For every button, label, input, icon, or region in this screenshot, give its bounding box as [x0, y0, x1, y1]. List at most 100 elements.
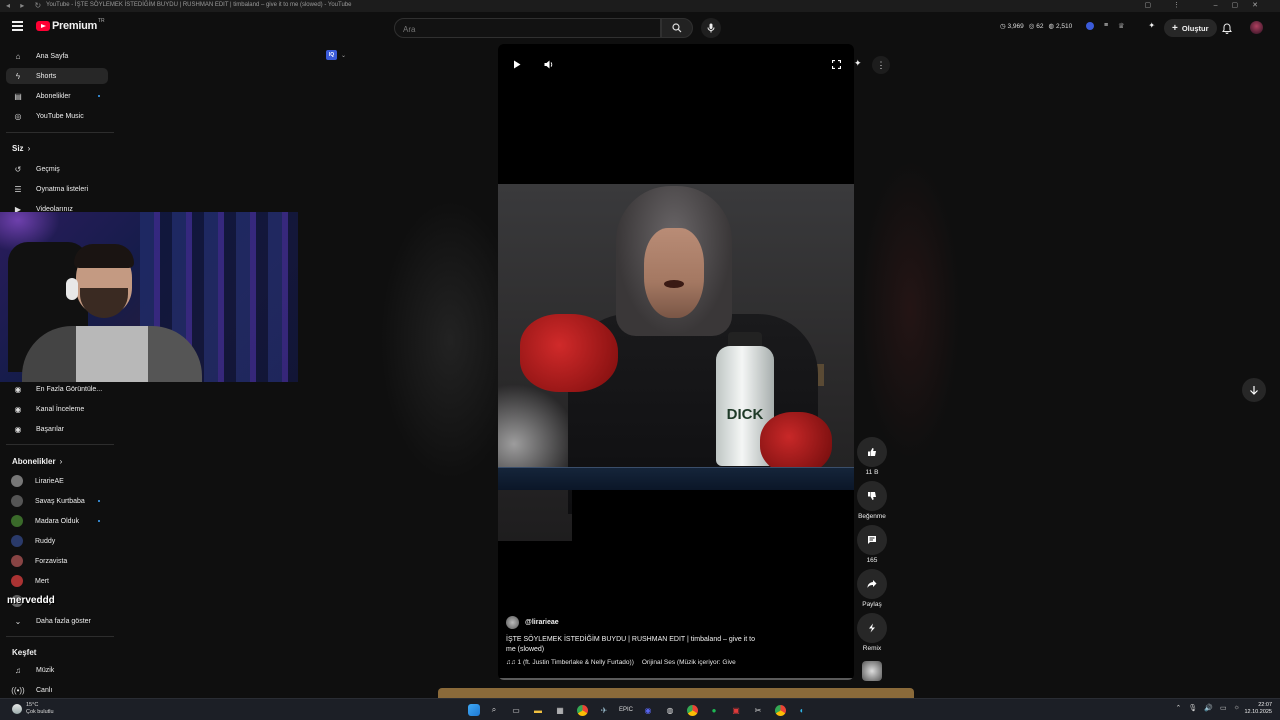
- search-button[interactable]: [661, 18, 693, 38]
- speaker-icon[interactable]: 🔊: [1204, 704, 1213, 712]
- sidebar-item-youtube-music[interactable]: ◎ YouTube Music: [6, 108, 108, 124]
- sidebar-subscription-item[interactable]: Forzavista: [6, 553, 108, 569]
- like-button[interactable]: 11 B: [857, 437, 887, 476]
- sound-thumbnail[interactable]: [857, 661, 887, 681]
- plus-icon: +: [1172, 22, 1178, 34]
- subscriptions-icon: ▤: [14, 91, 22, 101]
- obs-icon[interactable]: ◍: [662, 702, 678, 718]
- channel-handle[interactable]: @lirarieae: [525, 619, 559, 626]
- browser-extension-icons[interactable]: ▢ ⋮: [1144, 1, 1190, 9]
- remix-button[interactable]: Remix: [857, 613, 887, 652]
- sidebar-subscriptions-header[interactable]: Abonelikler ›: [12, 457, 62, 466]
- clock[interactable]: 22:07 12.10.2025: [1244, 702, 1272, 716]
- menu-icon[interactable]: [12, 21, 23, 31]
- thumbs-up-icon: [857, 437, 887, 467]
- sidebar-item-label: Müzik: [36, 666, 55, 674]
- volume-icon[interactable]: [543, 58, 555, 70]
- youtube-premium-logo[interactable]: Premium TR: [36, 18, 105, 32]
- notifications-icon[interactable]: [1222, 21, 1232, 39]
- create-button[interactable]: + Oluştur: [1164, 19, 1217, 37]
- cloud-icon: [12, 704, 22, 714]
- extension-badge-icon[interactable]: [1086, 21, 1094, 30]
- channel-row[interactable]: @lirarieae: [506, 616, 756, 629]
- chevron-up-icon[interactable]: ⌃: [1175, 704, 1181, 712]
- sidebar-item-shorts[interactable]: ϟ Shorts: [6, 68, 108, 84]
- weather-widget[interactable]: 15°C Çok bulutlu: [12, 702, 54, 716]
- capcut-icon[interactable]: ✂: [750, 702, 766, 718]
- sidebar-item-most-viewed[interactable]: ◉ En Fazla Görüntüle...: [6, 381, 108, 397]
- progress-bar[interactable]: [498, 678, 854, 680]
- voice-search-button[interactable]: [701, 18, 721, 38]
- sidebar-item-channel-review[interactable]: ◉ Kanal İnceleme: [6, 401, 108, 417]
- time: 22:07: [1258, 702, 1272, 708]
- shorts-header-icon[interactable]: ✦: [1148, 21, 1155, 30]
- sidebar-item-playlists[interactable]: ☰ Oynatma listeleri: [6, 181, 108, 197]
- next-short-button[interactable]: [1242, 378, 1266, 402]
- live-icon: ((•)): [11, 685, 25, 695]
- shorts-player[interactable]: DICK @lirarieae İŞTE SÖYLEMEK İSTEDİĞİM …: [498, 44, 854, 680]
- channel-avatar: [11, 535, 23, 547]
- chrome-profile-icon[interactable]: [684, 702, 700, 718]
- sidebar-item-live[interactable]: ((•)) Canlı: [6, 682, 108, 698]
- browser-title-bar: ◂ ▸ ↻ YouTube - İŞTE SÖYLEMEK İSTEDİĞİM …: [0, 0, 1280, 12]
- sidebar-item-achievements[interactable]: ◉ Başarılar: [6, 421, 108, 437]
- sidebar-subscription-item[interactable]: LirarieAE: [6, 473, 108, 489]
- sidebar-item-history[interactable]: ↺ Geçmiş: [6, 161, 108, 177]
- account-avatar[interactable]: [1250, 21, 1263, 34]
- windows-start-icon[interactable]: [468, 704, 480, 716]
- store-icon[interactable]: ▦: [552, 702, 568, 718]
- shorts-icon: ϟ: [15, 71, 21, 81]
- play-icon[interactable]: [511, 58, 523, 70]
- window-controls[interactable]: –▢✕: [1214, 1, 1272, 9]
- stat-clock: ◎ 62: [1028, 23, 1044, 30]
- sidebar-item-subscriptions[interactable]: ▤ Abonelikler: [6, 88, 108, 104]
- channel-avatar[interactable]: [506, 616, 519, 629]
- sidebar-subscription-item[interactable]: Mert: [6, 573, 108, 589]
- sidebar-item-label: Ruddy: [35, 537, 56, 545]
- network-icon[interactable]: ▭: [1220, 704, 1227, 712]
- sidebar-item-music[interactable]: ♫ Müzik: [6, 662, 108, 678]
- extension-stats[interactable]: ◷ 3,969 ◎ 62 ◍ 2,510: [1000, 22, 1072, 30]
- sidebar-item-label: Mert: [35, 577, 49, 585]
- file-explorer-icon[interactable]: ▬: [530, 702, 546, 718]
- sidebar-subscription-item[interactable]: Madara Olduk: [6, 513, 108, 529]
- steam-icon[interactable]: ✈: [596, 702, 612, 718]
- extension-toggle[interactable]: IQ ⌄: [326, 50, 346, 60]
- mic-icon[interactable]: 🎙: [1188, 704, 1197, 712]
- epic-games-icon[interactable]: EPIC: [618, 702, 634, 718]
- chevron-down-icon: ⌄: [14, 616, 22, 626]
- fullscreen-icon[interactable]: [830, 58, 842, 70]
- sidebar-item-label: LirarieAE: [35, 477, 64, 485]
- short-metadata: @lirarieae İŞTE SÖYLEMEK İSTEDİĞİM BUYDU…: [506, 616, 756, 666]
- sidebar-you-header[interactable]: Siz ›: [12, 144, 30, 153]
- chrome-beta-icon[interactable]: [772, 702, 788, 718]
- dislike-button[interactable]: Beğenme: [857, 481, 887, 520]
- more-options-icon[interactable]: ⋮: [872, 56, 890, 74]
- system-tray[interactable]: ⌃ 🎙 🔊 ▭ ☼: [1175, 704, 1240, 712]
- discord-icon[interactable]: ◉: [640, 702, 656, 718]
- chrome-icon[interactable]: [574, 702, 590, 718]
- music-row[interactable]: ♫♫ 1 (ft. Justin Timberlake & Nelly Furt…: [506, 659, 756, 666]
- comments-button[interactable]: 165: [857, 525, 887, 564]
- search-input[interactable]: [395, 20, 660, 39]
- task-view-icon[interactable]: ▭: [508, 702, 524, 718]
- browser-nav-icons[interactable]: ◂ ▸ ↻: [6, 1, 45, 10]
- search-icon[interactable]: ⌕: [486, 702, 502, 718]
- extension-bars-icon[interactable]: ≡: [1104, 22, 1108, 29]
- share-button[interactable]: Paylaş: [857, 569, 887, 608]
- extension-trophy-icon[interactable]: ♕: [1118, 22, 1124, 30]
- short-title[interactable]: İŞTE SÖYLEMEK İSTEDİĞİM BUYDU | RUSHMAN …: [506, 635, 756, 655]
- sidebar-item-home[interactable]: ⌂ Ana Sayfa: [6, 48, 108, 64]
- edge-icon[interactable]: ◐: [794, 702, 810, 718]
- sidebar-subscription-item[interactable]: Savaş Kurtbaba: [6, 493, 108, 509]
- ambient-glow-right: [860, 160, 960, 460]
- sidebar-item-label: Daha fazla göster: [36, 617, 91, 625]
- recording-app-icon[interactable]: ▣: [728, 702, 744, 718]
- comment-icon: [857, 525, 887, 555]
- spotify-icon[interactable]: ●: [706, 702, 722, 718]
- language-icon[interactable]: ☼: [1234, 704, 1240, 712]
- search-box[interactable]: [394, 18, 661, 39]
- sidebar-subscription-item[interactable]: Ruddy: [6, 533, 108, 549]
- show-more-button[interactable]: ⌄ Daha fazla göster: [6, 613, 108, 629]
- shorts-remix-icon[interactable]: ✦: [854, 58, 862, 69]
